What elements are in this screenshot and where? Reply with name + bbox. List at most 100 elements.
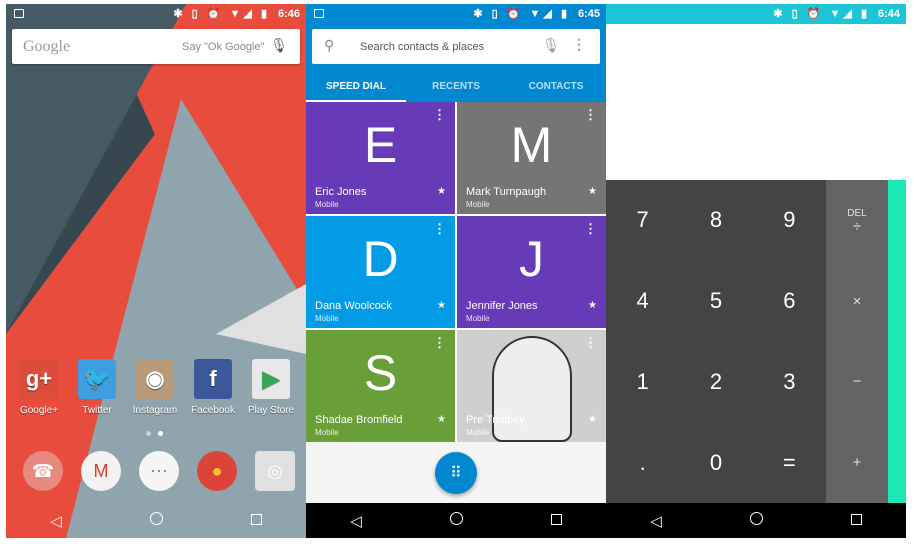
- more-vert-icon[interactable]: ⋮: [584, 222, 597, 235]
- contact-phone-type: Mobile: [466, 200, 490, 209]
- key-7[interactable]: 2: [679, 342, 752, 423]
- more-vert-icon[interactable]: ⋮: [572, 36, 586, 53]
- google--icon: g+: [20, 359, 58, 399]
- status-bar: ✱ ▯ ⏰ ▼◢ ▮ 6:45: [306, 4, 606, 24]
- key-1[interactable]: 8: [679, 180, 752, 261]
- contact-initial: M: [510, 117, 553, 173]
- contact-initial: J: [519, 231, 544, 287]
- home-icon[interactable]: [736, 512, 776, 529]
- camera-icon[interactable]: ◎: [255, 451, 295, 491]
- tab-bar: SPEED DIAL RECENTS CONTACTS: [306, 70, 606, 102]
- contact-name: Pre Trollbey: [466, 414, 525, 426]
- more-vert-icon[interactable]: ⋮: [584, 336, 597, 349]
- search-icon: ⚲: [324, 37, 335, 53]
- speed-dial-tile[interactable]: ⋮ Pre Trollbey Mobile ★: [457, 330, 606, 442]
- op-key-4[interactable]: +: [826, 422, 888, 503]
- key-5[interactable]: 6: [753, 261, 826, 342]
- google-logo: Google: [23, 38, 71, 55]
- ok-google-hint: Say "Ok Google": [182, 41, 265, 53]
- key-4[interactable]: 5: [679, 261, 752, 342]
- speed-dial-tile[interactable]: M ⋮ Mark Turnpaugh Mobile ★: [457, 102, 606, 214]
- key-3[interactable]: 4: [606, 261, 679, 342]
- app-label: Twitter: [82, 405, 112, 416]
- status-icons: ✱ ▯ ⏰ ▼◢ ▮: [773, 8, 870, 20]
- back-icon[interactable]: ◁: [636, 512, 676, 530]
- instagram-icon: ◉: [136, 359, 174, 399]
- status-icons: ✱ ▯ ⏰ ▼◢ ▮: [173, 8, 270, 20]
- key-8[interactable]: 3: [753, 342, 826, 423]
- op-key-0[interactable]: DEL: [826, 180, 888, 219]
- recents-icon[interactable]: [536, 512, 576, 529]
- contact-search-bar[interactable]: ⚲ Search contacts & places 🎙 ⋮: [312, 29, 600, 64]
- app-play-store[interactable]: ▶ Play Store: [242, 359, 300, 416]
- key-6[interactable]: 1: [606, 342, 679, 423]
- advanced-panel-handle[interactable]: [888, 180, 906, 503]
- contact-name: Mark Turnpaugh: [466, 186, 547, 198]
- home-icon[interactable]: [136, 512, 176, 529]
- app-label: Facebook: [191, 405, 235, 416]
- op-key-2[interactable]: ×: [826, 261, 888, 342]
- star-icon: ★: [588, 186, 597, 197]
- chrome-icon[interactable]: ●: [197, 451, 237, 491]
- home-icon[interactable]: [436, 512, 476, 529]
- app-facebook[interactable]: f Facebook: [184, 359, 242, 416]
- tab-recents[interactable]: RECENTS: [406, 70, 506, 102]
- status-bar: ✱ ▯ ⏰ ▼◢ ▮ 6:46: [6, 4, 306, 24]
- gmail-icon[interactable]: M: [81, 451, 121, 491]
- dialpad-icon: ⠿: [450, 465, 462, 482]
- facebook-icon: f: [194, 359, 232, 399]
- more-vert-icon[interactable]: ⋮: [433, 108, 446, 121]
- key-11[interactable]: =: [753, 422, 826, 503]
- mic-icon[interactable]: 🎙: [270, 37, 288, 54]
- speed-dial-grid: E ⋮ Eric Jones Mobile ★ M ⋮ Mark Turnpaugh Mobil…: [306, 102, 606, 442]
- app-twitter[interactable]: 🐦 Twitter: [68, 359, 126, 416]
- page-indicator: [146, 431, 163, 436]
- app-instagram[interactable]: ◉ Instagram: [126, 359, 184, 416]
- search-placeholder: Search contacts & places: [360, 41, 485, 53]
- star-icon: ★: [437, 414, 446, 425]
- key-0[interactable]: 7: [606, 180, 679, 261]
- contact-phone-type: Mobile: [315, 200, 339, 209]
- back-icon[interactable]: ◁: [36, 512, 76, 530]
- contact-phone-type: Mobile: [315, 428, 339, 437]
- clock: 6:44: [877, 8, 900, 20]
- dialpad-button[interactable]: ⠿: [435, 452, 477, 494]
- star-icon: ★: [588, 300, 597, 311]
- calculator-screen: ✱ ▯ ⏰ ▼◢ ▮ 6:44 7 8 9 4 5 6 1 2 3. 0 = DEL ÷ × − + ◁: [606, 4, 906, 538]
- google-search-bar[interactable]: Google Say "Ok Google" 🎙: [12, 29, 300, 64]
- key-2[interactable]: 9: [753, 180, 826, 261]
- app-google-[interactable]: g+ Google+: [10, 359, 68, 416]
- op-key-3[interactable]: −: [826, 342, 888, 423]
- key-10[interactable]: 0: [679, 422, 752, 503]
- status-bar: ✱ ▯ ⏰ ▼◢ ▮ 6:44: [606, 4, 906, 24]
- speed-dial-tile[interactable]: E ⋮ Eric Jones Mobile ★: [306, 102, 455, 214]
- more-vert-icon[interactable]: ⋮: [433, 336, 446, 349]
- more-vert-icon[interactable]: ⋮: [433, 222, 446, 235]
- speed-dial-tile[interactable]: J ⋮ Jennifer Jones Mobile ★: [457, 216, 606, 328]
- clock: 6:45: [577, 8, 600, 20]
- tab-speed-dial[interactable]: SPEED DIAL: [306, 70, 406, 102]
- app-label: Google+: [19, 405, 59, 416]
- app-label: Instagram: [132, 405, 178, 416]
- tab-contacts[interactable]: CONTACTS: [506, 70, 606, 102]
- home-screen: ✱ ▯ ⏰ ▼◢ ▮ 6:46 Google Say "Ok Google" 🎙…: [6, 4, 306, 538]
- clock: 6:46: [277, 8, 300, 20]
- back-icon[interactable]: ◁: [336, 512, 376, 530]
- contact-initial: E: [363, 117, 398, 173]
- speed-dial-tile[interactable]: D ⋮ Dana Woolcock Mobile ★: [306, 216, 455, 328]
- number-pad: 7 8 9 4 5 6 1 2 3. 0 =: [606, 180, 826, 503]
- key-9[interactable]: .: [606, 422, 679, 503]
- speed-dial-tile[interactable]: S ⋮ Shadae Bromfield Mobile ★: [306, 330, 455, 442]
- mic-icon[interactable]: 🎙: [542, 37, 560, 54]
- star-icon: ★: [588, 414, 597, 425]
- more-vert-icon[interactable]: ⋮: [584, 108, 597, 121]
- calculator-display: [606, 24, 906, 180]
- contact-name: Dana Woolcock: [315, 300, 392, 312]
- app-drawer-icon[interactable]: ⋯: [139, 451, 179, 491]
- contact-phone-type: Mobile: [466, 428, 490, 437]
- recents-icon[interactable]: [236, 512, 276, 529]
- contact-photo: [492, 336, 572, 442]
- recents-icon[interactable]: [836, 512, 876, 529]
- hangouts-dialer-icon[interactable]: ☎: [23, 451, 63, 491]
- contact-phone-type: Mobile: [315, 314, 339, 323]
